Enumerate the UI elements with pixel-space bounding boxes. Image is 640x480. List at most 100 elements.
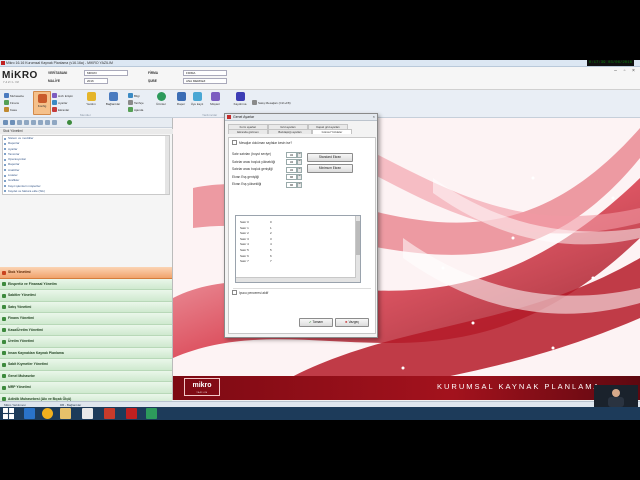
tree-item[interactable]: Kaydet ve faktura ekle (Stk) bbox=[3, 189, 169, 194]
ribbon-rapor-button[interactable]: Rapor bbox=[174, 92, 188, 106]
top-checkbox[interactable]: Mesajlar doküman sayfalar kesin ise? bbox=[232, 140, 292, 145]
module-item[interactable]: Stok Yönetimi bbox=[0, 267, 172, 279]
module-icon bbox=[2, 270, 6, 275]
tab-basic-settings[interactable]: Bazdaştığı ayarları bbox=[268, 129, 312, 134]
standard-screen-button[interactable]: Standard Ekran bbox=[307, 153, 353, 162]
ribbon-konfig-button[interactable]: Konfig bbox=[33, 91, 51, 115]
listbox-hscrollbar[interactable] bbox=[236, 277, 356, 282]
dialog-titlebar[interactable]: Genel Ayarlar × bbox=[225, 114, 377, 121]
module-item[interactable]: Kasa/Üretim Yönetimi bbox=[0, 324, 172, 336]
module-item[interactable]: Üretim Yönetimi bbox=[0, 336, 172, 348]
clock: 0:17:39 03/06/2016 bbox=[586, 60, 634, 66]
module-item[interactable]: Finans Yönetimi bbox=[0, 313, 172, 325]
module-label: Finans Yönetimi bbox=[8, 316, 35, 321]
minimum-screen-button[interactable]: Minimum Ekran bbox=[307, 164, 353, 173]
spinner-icon[interactable]: ▴▾ bbox=[297, 166, 302, 173]
tab-screen-view[interactable]: Ekranda görünen bbox=[228, 129, 268, 134]
app-header: MiKRO YAZILIM VERİTABANI MALİYE MIKRO 20… bbox=[0, 67, 640, 90]
spinner-icon[interactable]: ▴▾ bbox=[297, 181, 302, 188]
home-icon[interactable] bbox=[17, 120, 22, 125]
list-item[interactable]: Satır 7 7 bbox=[236, 259, 360, 265]
ribbon-muhasebe[interactable]: Muhasebe bbox=[4, 93, 24, 98]
module-item[interactable]: Sabitler Yönetimi bbox=[0, 290, 172, 302]
cancel-button[interactable]: ✖ Vazgeç bbox=[335, 318, 369, 327]
module-label: Sabitler Yönetimi bbox=[8, 293, 36, 298]
field-value-input[interactable]: 32 bbox=[286, 166, 297, 173]
ribbon-musteri-button[interactable]: Müşteri bbox=[206, 92, 224, 106]
camtasia-icon[interactable] bbox=[104, 408, 115, 419]
preview-listbox[interactable]: Satır 0 0 Satır 1 1 Satır 2 2 Satır 3 3 Satır 44… bbox=[235, 215, 361, 283]
field-value-input[interactable]: 96 bbox=[286, 181, 297, 188]
ribbon-ajanda[interactable]: Ajanda bbox=[128, 107, 143, 112]
ribbon-satis-mesajlari[interactable]: Satış Mesajları (Ctrl+F8) bbox=[252, 100, 291, 105]
ribbon-ayarlar[interactable]: Ayarlar bbox=[52, 100, 67, 105]
ie-icon[interactable] bbox=[24, 408, 35, 419]
module-item[interactable]: Insan Kaynakları Kaynak Planlama bbox=[0, 347, 172, 359]
products-icon bbox=[156, 92, 166, 101]
ribbon-bilgi[interactable]: Bilgi bbox=[128, 93, 140, 98]
branch-select[interactable]: ANA MERKEZ bbox=[183, 78, 227, 84]
mikro-logo: MiKRO bbox=[2, 70, 38, 81]
ribbon-urunler-button[interactable]: Ürünler bbox=[153, 92, 169, 106]
powerpoint-icon[interactable] bbox=[126, 408, 137, 419]
report-icon bbox=[176, 92, 186, 101]
cash-icon bbox=[4, 107, 9, 112]
member-icon bbox=[192, 92, 202, 101]
dialog-close-icon[interactable]: × bbox=[373, 114, 375, 120]
ribbon-kasa[interactable]: Kasa bbox=[4, 107, 17, 112]
tree-scrollbar[interactable] bbox=[165, 136, 169, 194]
module-icon bbox=[2, 374, 6, 378]
module-item[interactable]: Genel Muhasebe bbox=[0, 370, 172, 382]
branch-label: ŞUBE bbox=[148, 79, 157, 83]
print-icon[interactable] bbox=[45, 120, 50, 125]
field-value-input[interactable]: 32 bbox=[286, 151, 297, 158]
close-icon[interactable]: × bbox=[630, 68, 637, 74]
company-select[interactable]: FIRMA bbox=[183, 70, 227, 76]
ribbon-baglantilar-button[interactable]: Bağlantılar bbox=[102, 92, 124, 106]
acrobat-icon[interactable] bbox=[82, 408, 93, 419]
camtasia-recorder-icon[interactable] bbox=[146, 408, 157, 419]
db-select[interactable]: MIKRO bbox=[84, 70, 128, 76]
module-item[interactable]: Ekspertiz ve Finansal Yönetim bbox=[0, 278, 172, 290]
year-select[interactable]: 2016 bbox=[84, 78, 108, 84]
ribbon-hizli-erisim[interactable]: Hızlı Erişim bbox=[52, 93, 73, 98]
settings-icon bbox=[52, 100, 57, 105]
chrome-icon[interactable] bbox=[42, 408, 53, 419]
module-icon bbox=[2, 351, 6, 355]
refresh-icon[interactable] bbox=[67, 120, 72, 125]
expand-icon[interactable] bbox=[52, 120, 57, 125]
back-icon[interactable] bbox=[3, 120, 8, 125]
windows-start-icon[interactable] bbox=[3, 408, 14, 419]
listbox-scrollbar[interactable] bbox=[355, 216, 360, 282]
spinner-icon[interactable]: ▴▾ bbox=[297, 159, 302, 165]
ribbon-yardim-button[interactable]: Yardım bbox=[84, 92, 98, 106]
field-value-input[interactable]: 96 bbox=[286, 174, 297, 180]
quick-access-icon bbox=[52, 93, 57, 98]
forward-icon[interactable] bbox=[10, 120, 15, 125]
module-item[interactable]: Satış Yönetimi bbox=[0, 301, 172, 313]
ok-button[interactable]: ✔ Tamam bbox=[299, 318, 333, 327]
module-label: Insan Kaynakları Kaynak Planlama bbox=[8, 350, 64, 355]
folder-icon[interactable] bbox=[60, 408, 71, 419]
minimize-icon[interactable]: – bbox=[612, 68, 619, 74]
spinner-icon[interactable]: ▴▾ bbox=[297, 151, 302, 158]
spinner-icon[interactable]: ▴▾ bbox=[297, 174, 302, 180]
listbox-scroll-thumb[interactable] bbox=[356, 221, 360, 255]
checkbox-box[interactable] bbox=[232, 290, 237, 295]
module-item[interactable]: Sabit Kıymetler Yönetimi bbox=[0, 359, 172, 371]
maximize-icon[interactable]: ▫ bbox=[621, 68, 628, 74]
module-item[interactable]: MRP Yönetimi bbox=[0, 382, 172, 394]
tab-current-percent[interactable]: Güncel Yüzdeler bbox=[312, 129, 352, 134]
menu-tree[interactable]: Sistem ve modüller Raporlar Ayarlar Tanımla… bbox=[2, 135, 170, 195]
ribbon-tarihce[interactable]: Tarihçe bbox=[128, 100, 144, 105]
tooltip-checkbox[interactable]: Ipucu penceresi aktif bbox=[232, 290, 268, 295]
field-value-input[interactable]: 32 bbox=[286, 159, 297, 165]
search-icon[interactable] bbox=[31, 120, 36, 125]
ribbon-uye-button[interactable]: Üye kayıt bbox=[190, 92, 204, 106]
ribbon-ekranlar[interactable]: Ekranlar bbox=[52, 107, 69, 112]
checkbox-box[interactable] bbox=[232, 140, 237, 145]
ribbon-kaydirma-button[interactable]: Kaydırma bbox=[232, 92, 248, 106]
favorites-icon[interactable] bbox=[24, 120, 29, 125]
filter-icon[interactable] bbox=[38, 120, 43, 125]
ribbon-finans[interactable]: Finans bbox=[4, 100, 19, 105]
